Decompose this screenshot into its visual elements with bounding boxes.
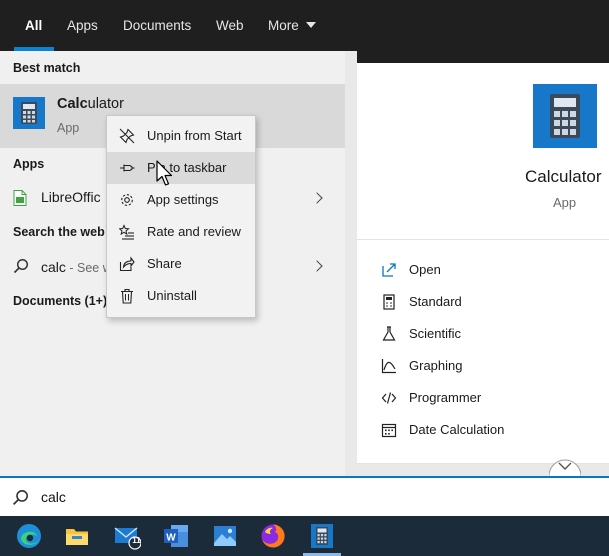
menu-item-pin-to-taskbar[interactable]: Pin to taskbar [107,152,255,184]
action-graphing-label: Graphing [409,358,463,373]
code-icon [381,392,397,404]
search-icon [12,490,28,506]
graph-icon [381,359,396,374]
calendar-icon [381,423,397,438]
chevron-right-icon[interactable] [311,192,323,204]
best-match-title-rest: ulator [87,96,124,112]
app-title: Calculator [525,167,602,186]
app-subtitle: App [553,195,577,210]
tab-more-label: More [268,18,299,33]
search-web-header: Search the web [13,225,105,239]
libreoffice-calc-icon [13,190,27,206]
menu-item-unpin-from-start[interactable]: Unpin from Start [107,120,255,152]
tab-more[interactable]: More [268,0,316,51]
web-result-text: calc - See w [41,259,112,275]
tab-apps[interactable]: Apps [67,0,98,51]
search-scope-tabs: All Apps Documents Web More [0,0,609,51]
best-match-subtitle: App [57,121,80,135]
chevron-down-icon [305,22,316,29]
pin-icon [120,164,135,172]
calculator-taskbar-icon[interactable] [308,522,336,550]
menu-item-share[interactable]: Share [107,248,255,280]
divider [357,239,609,240]
star-review-icon [119,224,134,240]
svg-text:W: W [166,533,176,544]
gear-icon [121,194,133,206]
context-menu: Unpin from Start Pin to taskbar App sett… [106,115,256,318]
web-result-query: calc [41,259,66,275]
firefox-icon[interactable] [259,522,287,550]
search-icon [13,258,29,274]
expand-more-button[interactable] [549,452,581,476]
mouse-pointer-icon [156,160,173,186]
menu-item-label: Uninstall [147,288,197,303]
menu-item-label: App settings [147,192,219,207]
calculator-app-icon [13,97,45,129]
apps-header: Apps [13,157,45,171]
flask-icon [382,326,396,341]
action-scientific-label: Scientific [409,326,462,341]
menu-item-label: Share [147,256,182,271]
menu-item-label: Rate and review [147,224,241,239]
menu-item-uninstall[interactable]: Uninstall [107,280,255,312]
trash-icon [121,288,133,304]
photos-icon[interactable] [211,522,239,550]
tab-documents[interactable]: Documents [123,0,191,51]
calculator-large-icon [533,84,597,148]
share-icon [119,256,135,272]
action-standard-label: Standard [409,294,462,309]
taskbar: 11 W [0,516,609,556]
apps-result-label: LibreOffic [41,189,101,205]
search-box[interactable]: calc [0,476,609,516]
chevron-right-icon[interactable] [311,260,323,272]
best-match-title: Calculator [57,96,124,112]
action-programmer-label: Programmer [409,390,482,405]
standard-calculator-icon [383,294,395,310]
word-icon[interactable]: W [162,522,190,550]
tab-web[interactable]: Web [216,0,244,51]
edge-browser-icon[interactable] [15,522,43,550]
app-preview-panel: Calculator App Open Standard Scientific … [357,63,609,464]
file-explorer-icon[interactable] [63,522,91,550]
panel-separator [345,51,357,476]
documents-header[interactable]: Documents (1+) [13,294,107,308]
search-input[interactable]: calc [41,489,66,505]
open-icon [382,263,396,277]
unpin-icon [119,128,135,144]
menu-item-label: Unpin from Start [147,128,242,143]
best-match-title-bold: Calc [57,96,88,112]
menu-item-rate-and-review[interactable]: Rate and review [107,216,255,248]
action-open-label: Open [409,262,441,277]
tab-all[interactable]: All [25,0,42,51]
menu-item-app-settings[interactable]: App settings [107,184,255,216]
action-date-calculation-label: Date Calculation [409,422,505,437]
mail-badge-count: 11 [132,536,141,545]
best-match-header: Best match [13,61,81,75]
web-result-suffix: - See w [65,261,112,275]
